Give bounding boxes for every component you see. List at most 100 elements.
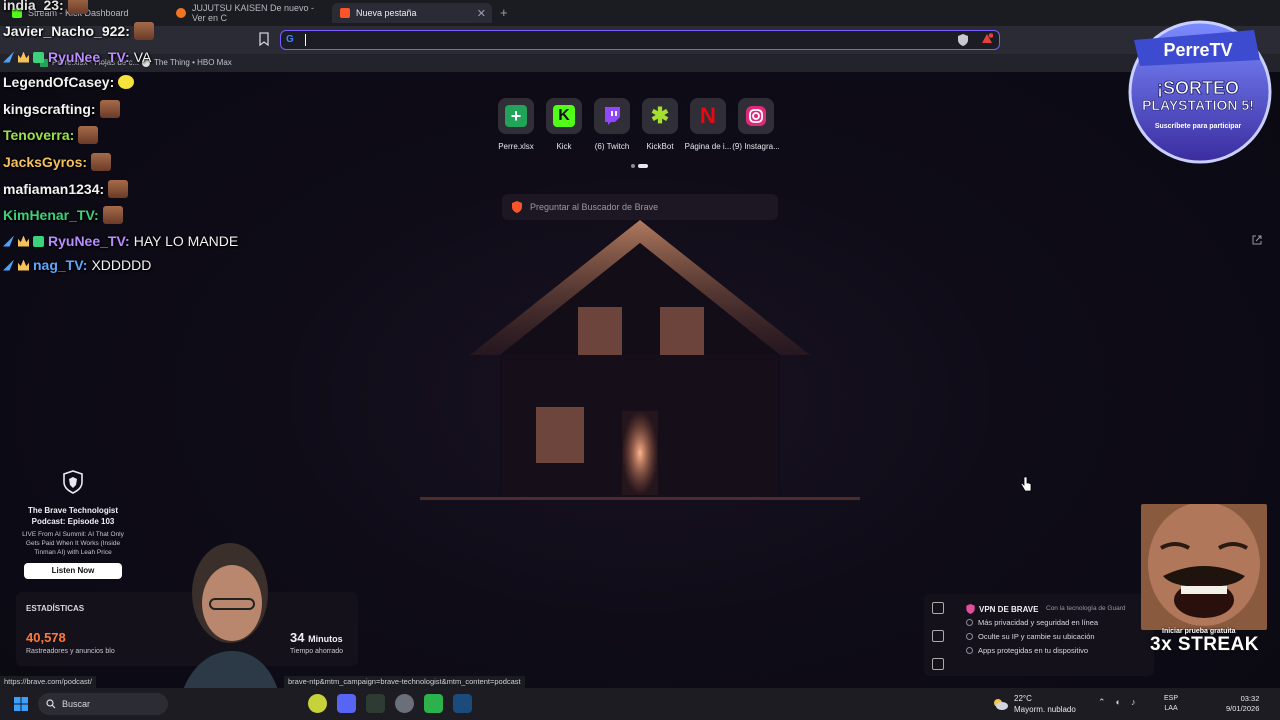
search-placeholder: Preguntar al Buscador de Brave <box>530 202 659 212</box>
podcast-title: The Brave Technologist Podcast: Episode … <box>27 506 119 526</box>
vpn-feature: Más privacidad y seguridad en línea <box>966 618 1098 627</box>
app-icon-1[interactable] <box>308 694 327 713</box>
steam-icon[interactable] <box>453 694 472 713</box>
brave-search-box[interactable]: Preguntar al Buscador de Brave <box>502 194 778 220</box>
top-site-label: (9) Instagra... <box>732 142 780 151</box>
top-site-kick[interactable]: K Kick <box>544 98 584 151</box>
chat-username: LegendOfCasey: <box>3 74 115 90</box>
kick-app-icon[interactable] <box>424 694 443 713</box>
top-site-tile <box>738 98 774 134</box>
screen: Stream - Kick Dashboard JUJUTSU KAISEN D… <box>0 0 1280 720</box>
sub-badge-icon <box>33 51 44 63</box>
bookmark-icon[interactable] <box>258 32 270 46</box>
search-icon <box>46 699 56 709</box>
chat-username: JacksGyros: <box>3 154 88 170</box>
open-external-icon[interactable] <box>1252 235 1262 245</box>
emote-icon <box>91 153 112 171</box>
network-icon[interactable]: ◐ <box>1116 697 1121 708</box>
windows-start-icon[interactable] <box>14 697 28 711</box>
weather-text: 22°C Mayorm. nublado <box>1014 693 1076 715</box>
vpn-feature: Oculte su IP y cambie su ubicación <box>966 632 1098 641</box>
pager-dot-active[interactable] <box>638 164 648 168</box>
emote-icon <box>78 126 99 144</box>
shield-icon[interactable] <box>932 602 944 614</box>
tab-title: JUJUTSU KAISEN De nuevo - Ver en C <box>192 3 315 23</box>
clock[interactable]: 03:32 9/01/2026 <box>1226 694 1259 714</box>
chat-message: kingscrafting: <box>3 100 120 118</box>
chat-username: RyuNee_TV: <box>48 49 130 65</box>
vpn-features: Más privacidad y seguridad en línea Ocul… <box>966 618 1098 660</box>
address-input[interactable] <box>309 32 913 50</box>
keyboard-layout: LAA <box>1164 705 1178 712</box>
top-site-instagram[interactable]: (9) Instagra... <box>732 98 780 151</box>
weather-widget[interactable]: 22°C Mayorm. nublado <box>992 693 1076 715</box>
bookmarks-bar: Perre.xlsx - Hojas de c... The Thing • H… <box>0 54 1280 72</box>
top-site-perre-xlsx[interactable]: + Perre.xlsx <box>496 98 536 151</box>
emote-icon <box>99 100 120 118</box>
chat-username: RyuNee_TV: <box>48 233 130 249</box>
top-site-twitch[interactable]: (6) Twitch <box>592 98 632 151</box>
top-sites: + Perre.xlsx K Kick (6) Twitch ✱ KickBot <box>496 98 780 151</box>
chat-message: LegendOfCasey: <box>3 74 135 90</box>
vpn-powered-by: Con la tecnología de Guard <box>1046 605 1126 612</box>
brave-news-card: The Brave Technologist Podcast: Episode … <box>18 470 128 579</box>
chevron-up-icon[interactable]: ⌃ <box>1098 697 1106 708</box>
terminal-icon[interactable] <box>366 694 385 713</box>
chat-message: nag_TV: XDDDDD <box>3 257 151 273</box>
text-caret <box>305 34 306 46</box>
chat-username: Javier_Nacho_922: <box>3 23 130 39</box>
top-site-netflix[interactable]: N Página de i... <box>685 98 731 151</box>
weather-temp: 22°C <box>1014 694 1032 703</box>
tab-new-tab[interactable]: Nueva pestaña ✕ <box>332 3 492 23</box>
top-site-tile: K <box>546 98 582 134</box>
emote-icon <box>108 180 129 198</box>
sub-badge-icon <box>33 235 44 247</box>
perretv-brand: PerreTV <box>1163 40 1232 60</box>
listen-now-button[interactable]: Listen Now <box>24 563 122 579</box>
bookmark-the-thing[interactable]: The Thing • HBO Max <box>142 58 232 67</box>
tab-title: Nueva pestaña <box>356 8 417 18</box>
address-bar[interactable]: G <box>280 30 1000 50</box>
brave-shields-icon[interactable] <box>958 34 968 46</box>
close-tab-icon[interactable]: ✕ <box>477 7 486 20</box>
top-site-tile: N <box>690 98 726 134</box>
top-site-kickbot[interactable]: ✱ KickBot <box>640 98 680 151</box>
clock-date: 9/01/2026 <box>1226 704 1260 713</box>
bookmark-label: The Thing • HBO Max <box>154 58 232 67</box>
taskbar-search-label: Buscar <box>62 699 91 709</box>
kickbot-icon: ✱ <box>650 103 670 128</box>
tab-bar: Stream - Kick Dashboard JUJUTSU KAISEN D… <box>0 0 1280 26</box>
chat-message: Tenoverra: <box>3 126 99 144</box>
weather-desc: Mayorm. nublado <box>1014 705 1076 714</box>
cloudy-weather-icon <box>994 699 1008 710</box>
brave-rewards-icon[interactable] <box>981 33 993 45</box>
chat-username: Tenoverra: <box>3 127 75 143</box>
badge-icon <box>3 51 14 63</box>
sheets-plus-icon: + <box>505 105 527 127</box>
emote-icon <box>102 206 123 224</box>
discord-icon[interactable] <box>337 694 356 713</box>
obs-icon[interactable] <box>395 694 414 713</box>
vpn-sidebar <box>932 602 944 670</box>
tab-jujutsu-kaisen[interactable]: JUJUTSU KAISEN De nuevo - Ver en C <box>168 3 328 23</box>
chat-username: nag_TV: <box>33 257 88 273</box>
card-icon[interactable] <box>932 658 944 670</box>
microphone-icon[interactable]: ♪ <box>1131 697 1136 708</box>
crown-icon <box>18 51 29 63</box>
giveaway-line-3: Suscríbete para participar <box>1155 123 1242 130</box>
chat-text: XDDDDD <box>91 257 152 273</box>
new-tab-plus-icon[interactable]: + <box>500 5 508 20</box>
language-indicator[interactable]: ESP LAA <box>1164 694 1178 714</box>
brave-vpn-card: VPN DE BRAVE Con la tecnología de Guard … <box>924 594 1154 676</box>
emote-icon <box>133 22 154 40</box>
chat-message: mafiaman1234: <box>3 180 129 198</box>
twitch-icon <box>605 107 620 125</box>
laughing-face-meme <box>1141 504 1267 630</box>
alert-icon[interactable] <box>932 630 944 642</box>
crown-icon <box>18 259 29 271</box>
vpn-title: VPN DE BRAVE <box>966 604 1038 614</box>
taskbar-search[interactable]: Buscar <box>38 693 168 715</box>
podcast-description: LIVE From AI Summit: AI That Only Gets P… <box>22 531 124 556</box>
chat-username: kingscrafting: <box>3 101 96 117</box>
pager-dot[interactable] <box>631 164 635 168</box>
